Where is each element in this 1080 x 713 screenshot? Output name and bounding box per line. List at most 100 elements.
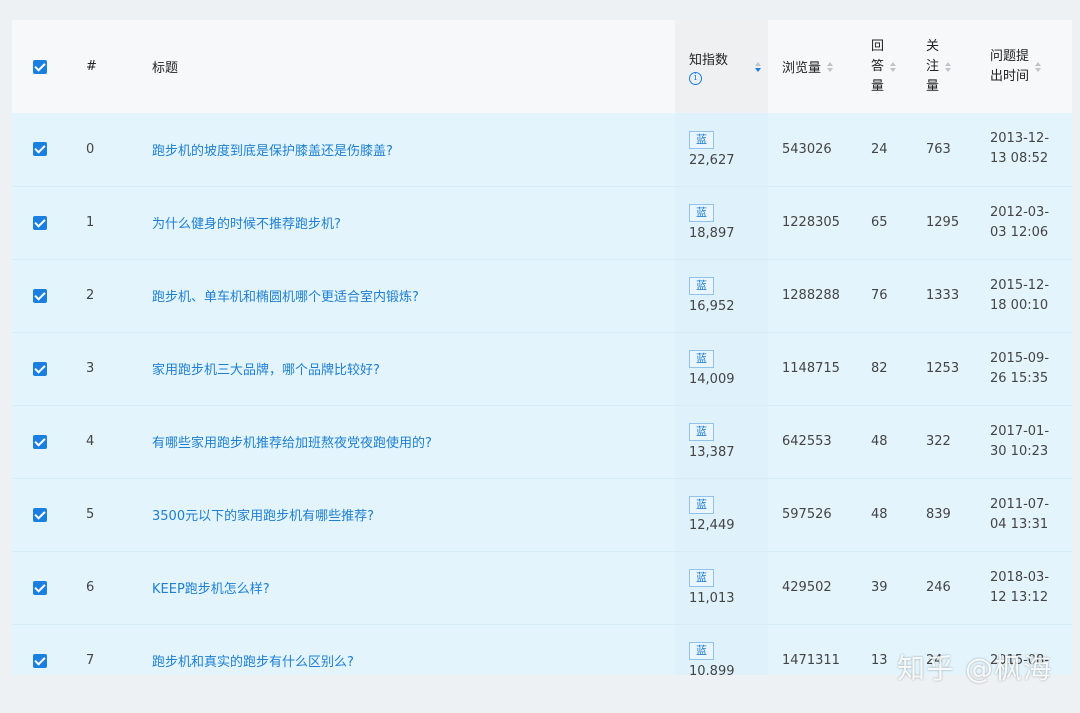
zhi-index-cell: 蓝 11,013: [675, 551, 768, 624]
zhi-index-value: 16,952: [689, 299, 735, 314]
zhi-index-cell: 蓝 10,899: [675, 624, 768, 675]
select-all-checkbox[interactable]: [33, 59, 47, 74]
follows-cell: 839: [926, 507, 951, 522]
created-time-cell: 2011-07- 04 13:31: [990, 496, 1050, 532]
header-answers[interactable]: 回答量: [857, 20, 912, 113]
follows-cell: 246: [926, 580, 951, 595]
zhi-index-cell: 蓝 13,387: [675, 405, 768, 478]
zhi-index-cell: 蓝 12,449: [675, 478, 768, 551]
views-cell: 1228305: [782, 215, 840, 230]
zhi-index-cell: 蓝 14,009: [675, 332, 768, 405]
question-title-link[interactable]: 3500元以下的家用跑步机有哪些推荐?: [152, 509, 374, 524]
answers-cell: 48: [871, 507, 888, 522]
level-badge: 蓝: [689, 277, 714, 295]
question-title-link[interactable]: 跑步机和真实的跑步有什么区别么?: [152, 655, 354, 670]
row-index: 4: [86, 434, 95, 449]
table-row[interactable]: 4 有哪些家用跑步机推荐给加班熬夜党夜跑使用的? 蓝 13,387 642553…: [12, 405, 1072, 478]
zhi-index-value: 12,449: [689, 518, 735, 533]
info-icon[interactable]: i: [689, 71, 702, 85]
answers-cell: 76: [871, 288, 888, 303]
follows-cell: 322: [926, 434, 951, 449]
table-row[interactable]: 5 3500元以下的家用跑步机有哪些推荐? 蓝 12,449 597526 48…: [12, 478, 1072, 551]
table-row[interactable]: 3 家用跑步机三大品牌，哪个品牌比较好? 蓝 14,009 1148715 82…: [12, 332, 1072, 405]
question-title-link[interactable]: 家用跑步机三大品牌，哪个品牌比较好?: [152, 363, 380, 378]
table-row[interactable]: 1 为什么健身的时候不推荐跑步机? 蓝 18,897 1228305 65 12…: [12, 186, 1072, 259]
table-header-row: # 标题 知指数 i 浏览量 回答量 关 注 量 问题提 出时间: [12, 20, 1072, 113]
header-views[interactable]: 浏览量: [768, 20, 857, 113]
views-cell: 429502: [782, 580, 832, 595]
level-badge: 蓝: [689, 642, 714, 660]
created-time-cell: 2013-12- 13 08:52: [990, 131, 1050, 167]
question-title-link[interactable]: 为什么健身的时候不推荐跑步机?: [152, 217, 341, 232]
question-title-link[interactable]: KEEP跑步机怎么样?: [152, 582, 270, 597]
sort-icon[interactable]: [1035, 61, 1042, 72]
table-row[interactable]: 0 跑步机的坡度到底是保护膝盖还是伤膝盖? 蓝 22,627 543026 24…: [12, 113, 1072, 186]
answers-cell: 65: [871, 215, 888, 230]
zhi-index-cell: 蓝 16,952: [675, 259, 768, 332]
level-badge: 蓝: [689, 569, 714, 587]
row-checkbox[interactable]: [33, 142, 47, 157]
sort-icon[interactable]: [827, 61, 834, 72]
zhi-index-label: 知指数: [689, 52, 729, 68]
question-table: # 标题 知指数 i 浏览量 回答量 关 注 量 问题提 出时间 0 跑步机的坡…: [12, 20, 1072, 675]
level-badge: 蓝: [689, 350, 714, 368]
row-checkbox[interactable]: [33, 288, 47, 303]
views-cell: 597526: [782, 507, 832, 522]
views-cell: 543026: [782, 141, 832, 157]
row-checkbox[interactable]: [33, 434, 47, 449]
created-time-cell: 2012-03- 03 12:06: [990, 204, 1050, 240]
row-index: 3: [86, 361, 95, 376]
answers-cell: 48: [871, 434, 888, 449]
row-checkbox[interactable]: [33, 653, 47, 668]
header-index: #: [86, 59, 97, 74]
zhi-index-value: 11,013: [689, 591, 735, 606]
row-index: 5: [86, 507, 95, 522]
header-zhi-index[interactable]: 知指数 i: [675, 20, 768, 113]
follows-cell: 1295: [926, 215, 960, 230]
row-index: 1: [86, 215, 95, 230]
sort-icon[interactable]: [890, 61, 897, 72]
row-checkbox[interactable]: [33, 361, 47, 376]
header-created-time[interactable]: 问题提 出时间: [976, 20, 1072, 113]
watermark: 知乎 @枫海: [897, 652, 1052, 685]
zhi-index-value: 18,897: [689, 226, 735, 241]
follows-cell: 1253: [926, 361, 960, 376]
header-follows[interactable]: 关注量: [912, 20, 976, 113]
zhi-index-cell: 蓝 22,627: [675, 113, 768, 186]
follows-cell: 1333: [926, 288, 960, 303]
row-index: 6: [86, 580, 95, 595]
level-badge: 蓝: [689, 130, 714, 149]
question-table-container: # 标题 知指数 i 浏览量 回答量 关 注 量 问题提 出时间 0 跑步机的坡…: [12, 20, 1072, 675]
views-cell: 1471311: [782, 653, 840, 668]
row-index: 0: [86, 141, 95, 157]
row-checkbox[interactable]: [33, 507, 47, 522]
answers-cell: 82: [871, 361, 888, 376]
zhi-index-value: 14,009: [689, 372, 735, 387]
views-cell: 1288288: [782, 288, 840, 303]
row-checkbox[interactable]: [33, 580, 47, 595]
zhi-index-value: 10,899: [689, 664, 735, 675]
question-title-link[interactable]: 跑步机、单车机和椭圆机哪个更适合室内锻炼?: [152, 290, 419, 305]
created-time-cell: 2018-03- 12 13:12: [990, 569, 1050, 605]
question-title-link[interactable]: 有哪些家用跑步机推荐给加班熬夜党夜跑使用的?: [152, 436, 432, 451]
follows-cell: 763: [926, 141, 951, 157]
row-checkbox[interactable]: [33, 215, 47, 230]
level-badge: 蓝: [689, 204, 714, 222]
created-time-cell: 2015-12- 18 00:10: [990, 277, 1050, 313]
row-index: 7: [86, 653, 95, 668]
question-title-link[interactable]: 跑步机的坡度到底是保护膝盖还是伤膝盖?: [152, 144, 393, 159]
row-index: 2: [86, 288, 95, 303]
table-row[interactable]: 2 跑步机、单车机和椭圆机哪个更适合室内锻炼? 蓝 16,952 1288288…: [12, 259, 1072, 332]
views-cell: 642553: [782, 434, 832, 449]
level-badge: 蓝: [689, 496, 714, 514]
views-cell: 1148715: [782, 361, 840, 376]
level-badge: 蓝: [689, 423, 714, 441]
sort-icon[interactable]: [755, 61, 761, 72]
created-time-cell: 2015-09- 26 15:35: [990, 350, 1050, 386]
table-row[interactable]: 6 KEEP跑步机怎么样? 蓝 11,013 429502 39 246 201…: [12, 551, 1072, 624]
sort-icon[interactable]: [945, 61, 952, 72]
zhi-index-value: 22,627: [689, 152, 735, 168]
answers-cell: 39: [871, 580, 888, 595]
zhi-index-cell: 蓝 18,897: [675, 186, 768, 259]
header-select-all[interactable]: [12, 20, 72, 113]
